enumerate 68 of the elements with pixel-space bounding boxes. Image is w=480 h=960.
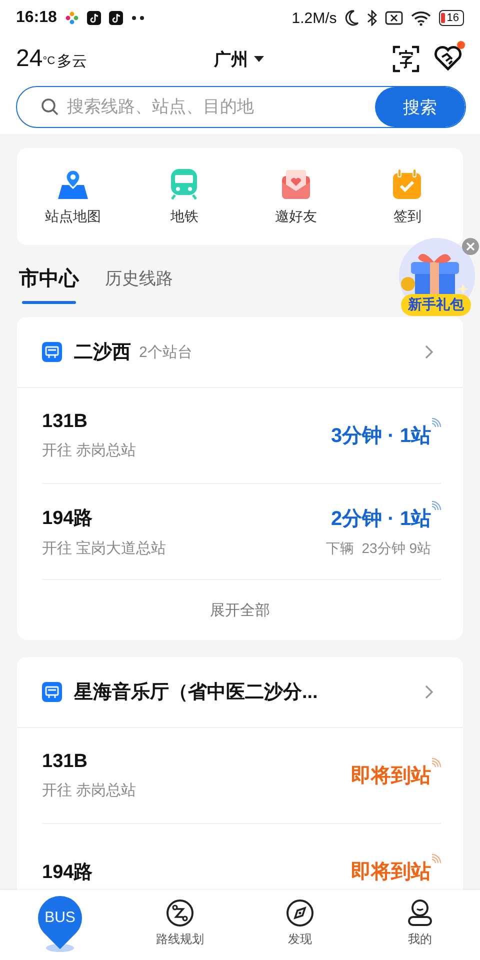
- shortcut-button[interactable]: 地铁: [169, 168, 200, 226]
- realtime-signal-icon: [431, 418, 441, 428]
- bus-stop-icon: [42, 342, 62, 362]
- music-app-icon: [108, 11, 123, 25]
- bus-stop-icon: [42, 682, 62, 702]
- text-scan-icon[interactable]: [392, 45, 420, 73]
- chevron-right-icon: [425, 345, 433, 359]
- wifi-icon: [410, 10, 431, 26]
- shortcut-button[interactable]: 邀好友: [274, 168, 317, 226]
- compass-icon: [286, 899, 314, 927]
- temperature-unit: °C: [42, 55, 56, 67]
- shortcut-button[interactable]: 站点地图: [44, 168, 101, 226]
- route-direction: 开往 赤岗总站: [42, 441, 136, 460]
- arrival-time: 3分钟 · 1站: [330, 424, 431, 449]
- arrival-time: 2分钟 · 1站: [330, 507, 431, 532]
- nav-tab[interactable]: 我的: [360, 890, 480, 960]
- person-icon: [407, 899, 433, 927]
- route-number: 131B: [42, 411, 88, 433]
- bluetooth-icon: [366, 10, 377, 26]
- shortcut-button[interactable]: 签到: [392, 168, 422, 226]
- tab[interactable]: 市中心: [19, 258, 79, 304]
- search-button[interactable]: 搜索: [375, 87, 465, 127]
- realtime-signal-icon: [431, 758, 441, 768]
- route-icon: [166, 899, 194, 927]
- station-name: 二沙西: [74, 341, 131, 365]
- map-pin-icon: [58, 168, 88, 200]
- station-header[interactable]: 星海音乐厅（省中医二沙分...: [17, 657, 463, 728]
- platform-count: 2个站台: [139, 342, 192, 362]
- route-number: 194路: [42, 507, 94, 531]
- calendar-check-icon: [392, 168, 422, 200]
- network-speed: 1.2M/s: [292, 10, 337, 26]
- expand-all-button[interactable]: 展开全部: [204, 600, 276, 620]
- moon-icon: [344, 10, 359, 26]
- station-header[interactable]: 二沙西 2个站台: [17, 317, 463, 388]
- temperature: 24: [16, 45, 43, 73]
- weather-text: 多云: [57, 52, 88, 71]
- station-name: 星海音乐厅（省中医二沙分...: [74, 680, 318, 705]
- route-number: 194路: [42, 860, 93, 884]
- clock-time: 16:18: [16, 9, 57, 27]
- route-row[interactable]: 131B 开往 赤岗总站 即将到站: [42, 728, 441, 824]
- search-icon: [41, 98, 59, 116]
- arrival-time: 即将到站: [351, 860, 431, 885]
- close-button[interactable]: [462, 238, 479, 255]
- next-bus-info: 下辆 23分钟 9站: [326, 540, 431, 558]
- no-sim-icon: [384, 11, 403, 25]
- close-icon: [466, 242, 475, 251]
- route-number: 131B: [42, 751, 88, 773]
- handshake-heart-icon[interactable]: [434, 45, 462, 71]
- battery-indicator: 16: [438, 10, 464, 26]
- city-selector[interactable]: 广州: [214, 48, 264, 70]
- train-icon: [169, 168, 200, 200]
- route-direction: 开往 赤岗总站: [42, 781, 136, 800]
- realtime-signal-icon: [431, 854, 441, 864]
- more-dots-icon: [130, 15, 145, 21]
- realtime-signal-icon: [431, 501, 441, 511]
- promo-button[interactable]: 新手礼包: [401, 294, 471, 316]
- route-direction: 开往 宝岗大道总站: [42, 539, 166, 558]
- arrival-time: 即将到站: [351, 764, 431, 789]
- tab[interactable]: 历史线路: [105, 260, 173, 302]
- route-row[interactable]: 194路 开往 宝岗大道总站 2分钟 · 1站 下辆 23分钟 9站: [42, 484, 441, 580]
- route-row[interactable]: 131B 开往 赤岗总站 3分钟 · 1站: [42, 388, 441, 484]
- envelope-heart-icon: [280, 168, 311, 200]
- music-app-icon: [86, 11, 101, 25]
- search-field[interactable]: 搜索线路、站点、目的地 搜索: [16, 86, 466, 128]
- app-icon: [64, 11, 79, 25]
- nav-tab[interactable]: 发现: [240, 890, 360, 960]
- nav-tab[interactable]: 路线规划: [120, 890, 240, 960]
- chevron-right-icon: [425, 685, 433, 699]
